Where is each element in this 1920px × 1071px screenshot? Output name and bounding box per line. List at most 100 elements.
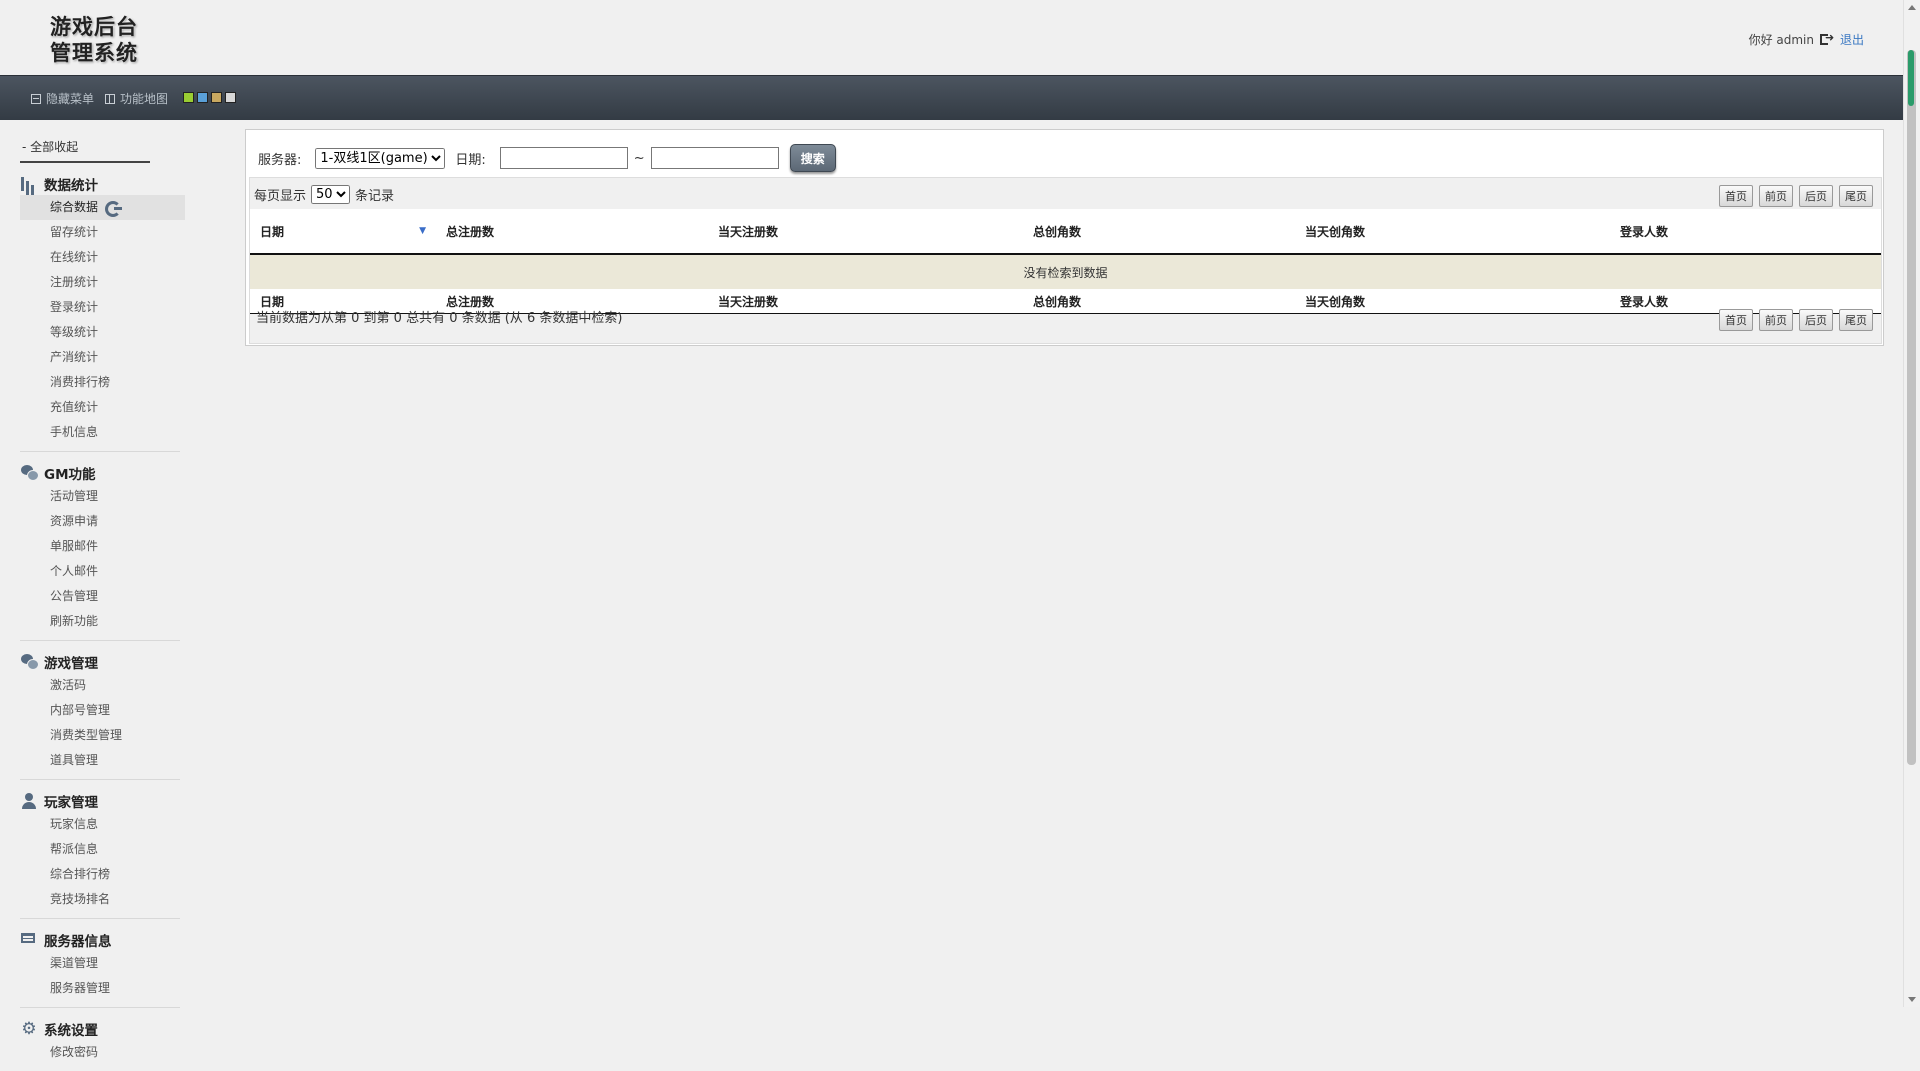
group-server-info: 服务器信息 渠道管理 服务器管理 [20, 929, 180, 1008]
collapse-all-link[interactable]: - 全部收起 [20, 130, 150, 163]
refresh-icon[interactable] [105, 201, 122, 217]
data-table: 日期 ▼ 总注册数 当天注册数 总创角数 当天创角数 登录人数 没有检索到数据 日… [250, 209, 1881, 314]
map-icon [105, 93, 115, 104]
logo: 游戏后台 管理系统 [50, 14, 150, 70]
prev-page-button[interactable]: 前页 [1759, 309, 1793, 331]
date-to-input[interactable] [650, 147, 779, 169]
sidebar-item[interactable]: 帮派信息 [20, 837, 185, 862]
sidebar-item[interactable]: 手机信息 [20, 420, 185, 445]
sidebar-item[interactable]: 产消统计 [20, 345, 185, 370]
group-label: 服务器信息 [44, 934, 112, 950]
pager-top: 首页 前页 后页 尾页 [1719, 185, 1873, 207]
group-title-system-settings[interactable]: ⚙ 系统设置 [20, 1018, 180, 1040]
function-map-button[interactable]: 功能地图 [105, 90, 168, 107]
date-label: 日期: [455, 152, 486, 168]
logout-icon[interactable] [1819, 31, 1834, 47]
table-header-row: 日期 ▼ 总注册数 当天注册数 总创角数 当天创角数 登录人数 [250, 209, 1881, 255]
group-label: 数据统计 [44, 178, 98, 194]
function-map-label: 功能地图 [120, 92, 169, 106]
group-label: 游戏管理 [44, 656, 98, 672]
server-icon [20, 931, 38, 949]
main-panel: 服务器: 1-双线1区(game) 日期: ~ 搜索 每页显示 50 条记录 首… [245, 129, 1884, 346]
column-header-date[interactable]: 日期 ▼ [250, 209, 436, 255]
page-length-select[interactable]: 50 [311, 185, 351, 204]
column-header[interactable]: 登录人数 [1610, 209, 1881, 255]
greeting: 你好 admin [1748, 33, 1814, 47]
gear-icon: ⚙ [21, 1019, 37, 1039]
sidebar-item[interactable]: 修改密码 [20, 1040, 185, 1065]
sidebar-item[interactable]: 内部号管理 [20, 698, 185, 723]
page-length: 每页显示 50 条记录 [254, 185, 394, 204]
sidebar-item[interactable]: 公告管理 [20, 584, 185, 609]
sidebar-item[interactable]: 刷新功能 [20, 609, 185, 634]
prev-page-button[interactable]: 前页 [1759, 185, 1793, 207]
skin-blue[interactable] [197, 92, 208, 103]
vertical-scrollbar[interactable] [1903, 0, 1920, 1007]
filter-bar: 服务器: 1-双线1区(game) 日期: ~ 搜索 [258, 144, 836, 172]
sidebar-item[interactable]: 消费排行榜 [20, 370, 185, 395]
scrollbar-thumb[interactable] [1907, 50, 1916, 765]
first-page-button[interactable]: 首页 [1719, 185, 1753, 207]
header: 游戏后台 管理系统 你好 admin 退出 [0, 0, 1904, 75]
sidebar-item-overview[interactable]: 综合数据 [20, 195, 185, 220]
scroll-down-icon[interactable] [1908, 997, 1916, 1002]
sidebar-item[interactable]: 单服邮件 [20, 534, 185, 559]
table-info: 当前数据为从第 0 到第 0 总共有 0 条数据 (从 6 条数据中检索) [256, 311, 623, 326]
group-title-game-management[interactable]: 游戏管理 [20, 651, 180, 673]
sort-desc-icon: ▼ [419, 225, 426, 236]
sidebar-item[interactable]: 消费类型管理 [20, 723, 185, 748]
sidebar-item[interactable]: 激活码 [20, 673, 185, 698]
column-header[interactable]: 总创角数 [1023, 209, 1295, 255]
server-select[interactable]: 1-双线1区(game) [315, 147, 446, 169]
column-header[interactable]: 当天注册数 [708, 209, 1023, 255]
group-title-server-info[interactable]: 服务器信息 [20, 929, 180, 951]
date-from-input[interactable] [499, 147, 628, 169]
sidebar-item[interactable]: 充值统计 [20, 395, 185, 420]
sidebar: - 全部收起 数据统计 综合数据 留存统计 在线统计 注册统计 登录统计 等级统… [20, 130, 185, 1071]
sidebar-item[interactable]: 留存统计 [20, 220, 185, 245]
sidebar-item[interactable]: 竞技场排名 [20, 887, 185, 912]
next-page-button[interactable]: 后页 [1799, 185, 1833, 207]
column-header[interactable]: 总注册数 [436, 209, 708, 255]
last-page-button[interactable]: 尾页 [1839, 309, 1873, 331]
search-button[interactable]: 搜索 [789, 144, 836, 172]
footer-column: 当天创角数 [1295, 289, 1610, 314]
sidebar-item[interactable]: 资源申请 [20, 509, 185, 534]
top-toolbar: 隐藏菜单 功能地图 [0, 75, 1904, 120]
group-gm: GM功能 活动管理 资源申请 单服邮件 个人邮件 公告管理 刷新功能 [20, 462, 180, 641]
sidebar-item[interactable]: 玩家信息 [20, 812, 185, 837]
date-separator: ~ [633, 150, 645, 166]
sidebar-item[interactable]: 道具管理 [20, 748, 185, 773]
sidebar-item[interactable]: 等级统计 [20, 320, 185, 345]
hide-menu-button[interactable]: 隐藏菜单 [31, 90, 94, 107]
data-table-wrapper: 每页显示 50 条记录 首页 前页 后页 尾页 日期 ▼ 总注册数 当天注册数 总… [249, 177, 1882, 344]
sidebar-item[interactable]: 在线统计 [20, 245, 185, 270]
scroll-up-icon[interactable] [1908, 5, 1916, 10]
logo-line-2: 管理系统 [50, 40, 138, 65]
group-label: GM功能 [44, 467, 96, 483]
empty-message: 没有检索到数据 [250, 254, 1881, 289]
next-page-button[interactable]: 后页 [1799, 309, 1833, 331]
last-page-button[interactable]: 尾页 [1839, 185, 1873, 207]
first-page-button[interactable]: 首页 [1719, 309, 1753, 331]
sidebar-item[interactable]: 个人邮件 [20, 559, 185, 584]
sidebar-item[interactable]: 活动管理 [20, 484, 185, 509]
group-game-management: 游戏管理 激活码 内部号管理 消费类型管理 道具管理 [20, 651, 180, 780]
sidebar-item[interactable]: 注册统计 [20, 270, 185, 295]
logout-link[interactable]: 退出 [1840, 31, 1864, 48]
group-title-data-stats[interactable]: 数据统计 [20, 173, 180, 195]
sidebar-item[interactable]: 服务器管理 [20, 976, 185, 1001]
footer-column: 总创角数 [1023, 289, 1295, 314]
skin-green[interactable] [183, 92, 194, 103]
sidebar-item[interactable]: 综合排行榜 [20, 862, 185, 887]
sidebar-item[interactable]: 渠道管理 [20, 951, 185, 976]
skin-tan[interactable] [211, 92, 222, 103]
column-header[interactable]: 当天创角数 [1295, 209, 1610, 255]
sidebar-item[interactable]: 登录统计 [20, 295, 185, 320]
skin-white[interactable] [225, 92, 236, 103]
group-title-player-management[interactable]: 玩家管理 [20, 790, 180, 812]
group-data-stats: 数据统计 综合数据 留存统计 在线统计 注册统计 登录统计 等级统计 产消统计 … [20, 173, 185, 452]
group-title-gm[interactable]: GM功能 [20, 462, 180, 484]
group-system-settings: ⚙ 系统设置 修改密码 [20, 1018, 180, 1071]
group-label: 系统设置 [44, 1023, 98, 1039]
